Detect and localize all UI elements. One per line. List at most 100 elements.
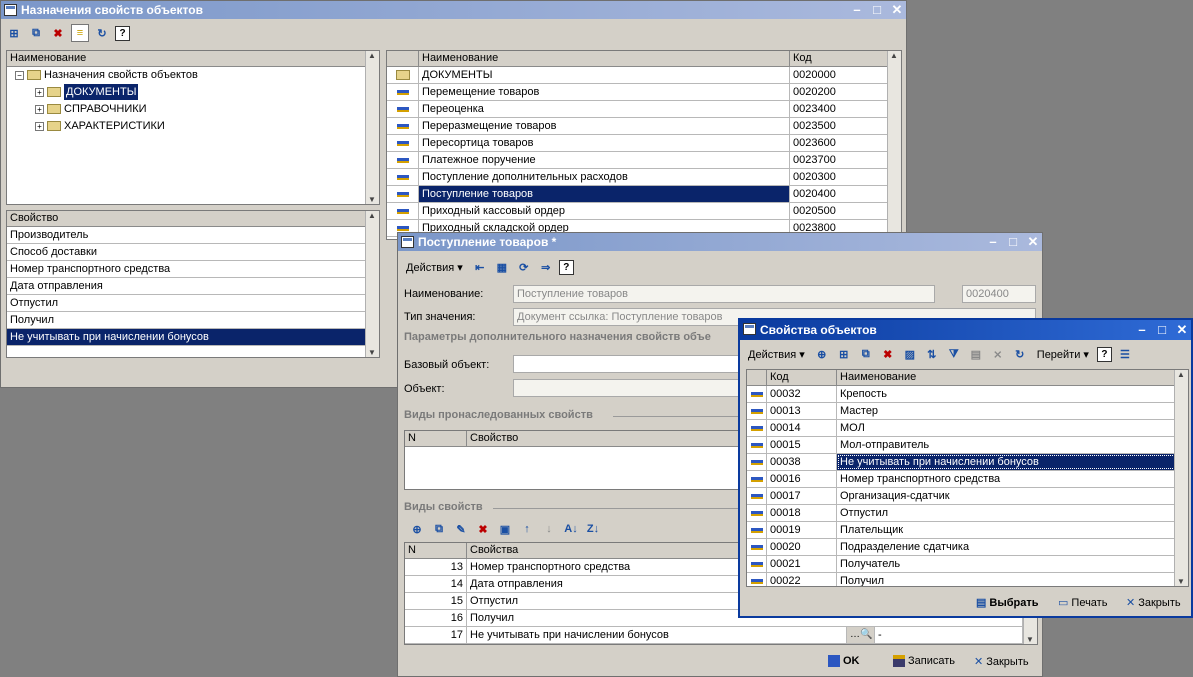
delete-icon[interactable]: ✖: [474, 520, 492, 538]
table-row[interactable]: 00021 Получатель: [747, 556, 1188, 573]
sort-asc-icon[interactable]: A↓: [562, 520, 580, 538]
table-row[interactable]: 00022 Получил: [747, 573, 1188, 586]
back-icon[interactable]: ⇤: [471, 258, 489, 276]
mark-delete-icon[interactable]: ▨: [901, 345, 919, 363]
expand-icon[interactable]: +: [35, 121, 44, 131]
delete-icon[interactable]: ✖: [49, 24, 67, 42]
minimize-icon[interactable]: –: [850, 1, 864, 19]
maximize-icon[interactable]: □: [1006, 233, 1020, 251]
clear-filter-icon[interactable]: ⨯: [989, 345, 1007, 363]
table-row[interactable]: Приходный кассовый ордер 0020500: [387, 203, 901, 220]
table-row[interactable]: 00019 Плательщик: [747, 522, 1188, 539]
table-row[interactable]: Пересортица товаров 0023600: [387, 135, 901, 152]
save-button[interactable]: Записать: [893, 655, 955, 667]
help-icon[interactable]: ?: [1096, 346, 1112, 362]
list-item[interactable]: Способ доставки: [7, 244, 379, 261]
collapse-icon[interactable]: −: [15, 70, 24, 80]
table-row[interactable]: Платежное поручение 0023700: [387, 152, 901, 169]
column-header-code[interactable]: Код: [767, 370, 837, 385]
table-row[interactable]: 00016 Номер транспортного средства: [747, 471, 1188, 488]
row-name[interactable]: Не учитывать при начислении бонусов: [467, 627, 847, 643]
hierarchy-icon[interactable]: ⇅: [923, 345, 941, 363]
table-row[interactable]: 00014 МОЛ: [747, 420, 1188, 437]
table-row[interactable]: Поступление дополнительных расходов 0020…: [387, 169, 901, 186]
titlebar[interactable]: Поступление товаров * – □ ✕: [398, 233, 1042, 251]
name-field[interactable]: Поступление товаров: [513, 285, 935, 303]
add-group-icon[interactable]: ⊞: [835, 345, 853, 363]
column-header-name[interactable]: Наименование: [837, 370, 1176, 385]
goto-menu[interactable]: Перейти ▾: [1033, 348, 1093, 361]
column-header-name[interactable]: Наименование: [419, 51, 790, 66]
actions-menu[interactable]: Действия ▾: [402, 261, 467, 274]
close-icon[interactable]: ✕: [1175, 320, 1189, 340]
table-row[interactable]: ДОКУМЕНТЫ 0020000: [387, 67, 901, 84]
maximize-icon[interactable]: □: [1155, 320, 1169, 340]
titlebar[interactable]: Свойства объектов – □ ✕: [740, 320, 1191, 340]
properties-scrollbar[interactable]: [365, 211, 379, 357]
add-icon[interactable]: ⊞: [5, 24, 23, 42]
table-row-editing[interactable]: 17 Не учитывать при начислении бонусов ……: [405, 627, 1037, 644]
column-header-name[interactable]: Наименование: [7, 51, 379, 66]
column-header-n[interactable]: N: [405, 543, 467, 558]
list-item[interactable]: Производитель: [7, 227, 379, 244]
list-item[interactable]: Дата отправления: [7, 278, 379, 295]
column-header-property[interactable]: Свойство: [7, 211, 379, 226]
table-row-selected[interactable]: 00038 Не учитывать при начислении бонусо…: [747, 454, 1188, 471]
copy-icon[interactable]: ⧉: [27, 24, 45, 42]
select-button[interactable]: …🔍: [847, 627, 875, 643]
add-icon[interactable]: ⊕: [408, 520, 426, 538]
table-row[interactable]: 00013 Мастер: [747, 403, 1188, 420]
move-up-icon[interactable]: ↑: [518, 520, 536, 538]
expand-icon[interactable]: +: [35, 104, 44, 114]
select-button[interactable]: ▤ Выбрать: [976, 596, 1039, 610]
hierarchy-icon[interactable]: ≡: [71, 24, 89, 42]
copy-icon[interactable]: ⧉: [857, 345, 875, 363]
table-row[interactable]: 00017 Организация-сдатчик: [747, 488, 1188, 505]
tree-item-documents[interactable]: + ДОКУМЕНТЫ: [35, 84, 139, 100]
goto-icon[interactable]: ⇒: [537, 258, 555, 276]
tree-scrollbar[interactable]: [365, 51, 379, 204]
print-button[interactable]: ▭ Печать: [1058, 596, 1107, 610]
minimize-icon[interactable]: –: [986, 233, 1000, 251]
tree-item-catalogs[interactable]: + СПРАВОЧНИКИ: [35, 101, 147, 117]
move-down-icon[interactable]: ↓: [540, 520, 558, 538]
copy-icon[interactable]: ⧉: [430, 520, 448, 538]
close-icon[interactable]: ✕: [1026, 233, 1040, 251]
filter-icon[interactable]: ⧩: [945, 345, 963, 363]
properties-header[interactable]: Свойство: [7, 211, 379, 227]
tree-header[interactable]: Наименование: [7, 51, 379, 67]
tree-item-characteristics[interactable]: + ХАРАКТЕРИСТИКИ: [35, 118, 165, 134]
calendar-icon[interactable]: ▦: [493, 258, 511, 276]
refresh-icon[interactable]: ↻: [1011, 345, 1029, 363]
list-scrollbar[interactable]: [1174, 370, 1188, 586]
list-item[interactable]: Номер транспортного средства: [7, 261, 379, 278]
column-header-n[interactable]: N: [405, 431, 467, 446]
table-row[interactable]: 00020 Подразделение сдатчика: [747, 539, 1188, 556]
delete-icon[interactable]: ✖: [879, 345, 897, 363]
save-icon[interactable]: ▣: [496, 520, 514, 538]
table-row[interactable]: 00032 Крепость: [747, 386, 1188, 403]
help-icon[interactable]: ?: [558, 259, 574, 275]
refresh-icon[interactable]: ↻: [93, 24, 111, 42]
table-row[interactable]: Переразмещение товаров 0023500: [387, 118, 901, 135]
maximize-icon[interactable]: □: [870, 1, 884, 19]
actions-menu[interactable]: Действия ▾: [744, 348, 809, 361]
minimize-icon[interactable]: –: [1135, 320, 1149, 340]
refresh-icon[interactable]: ⟳: [515, 258, 533, 276]
help-icon[interactable]: ?: [115, 25, 130, 41]
titlebar[interactable]: Назначения свойств объектов – □ ✕: [1, 1, 906, 19]
row-extra-value[interactable]: -: [875, 627, 1023, 643]
ok-button[interactable]: OK: [828, 655, 860, 667]
add-icon[interactable]: ⊕: [813, 345, 831, 363]
expand-icon[interactable]: +: [35, 87, 44, 97]
column-header-code[interactable]: Код: [790, 51, 888, 66]
list-item[interactable]: Получил: [7, 312, 379, 329]
list-icon[interactable]: ▤: [967, 345, 985, 363]
table-row[interactable]: 00015 Мол-отправитель: [747, 437, 1188, 454]
close-icon[interactable]: ✕: [890, 1, 904, 19]
table-row[interactable]: Перемещение товаров 0020200: [387, 84, 901, 101]
table-row[interactable]: 00018 Отпустил: [747, 505, 1188, 522]
sort-desc-icon[interactable]: Z↓: [584, 520, 602, 538]
tree-root[interactable]: − Назначения свойств объектов: [15, 67, 198, 83]
code-field[interactable]: 0020400: [962, 285, 1036, 303]
